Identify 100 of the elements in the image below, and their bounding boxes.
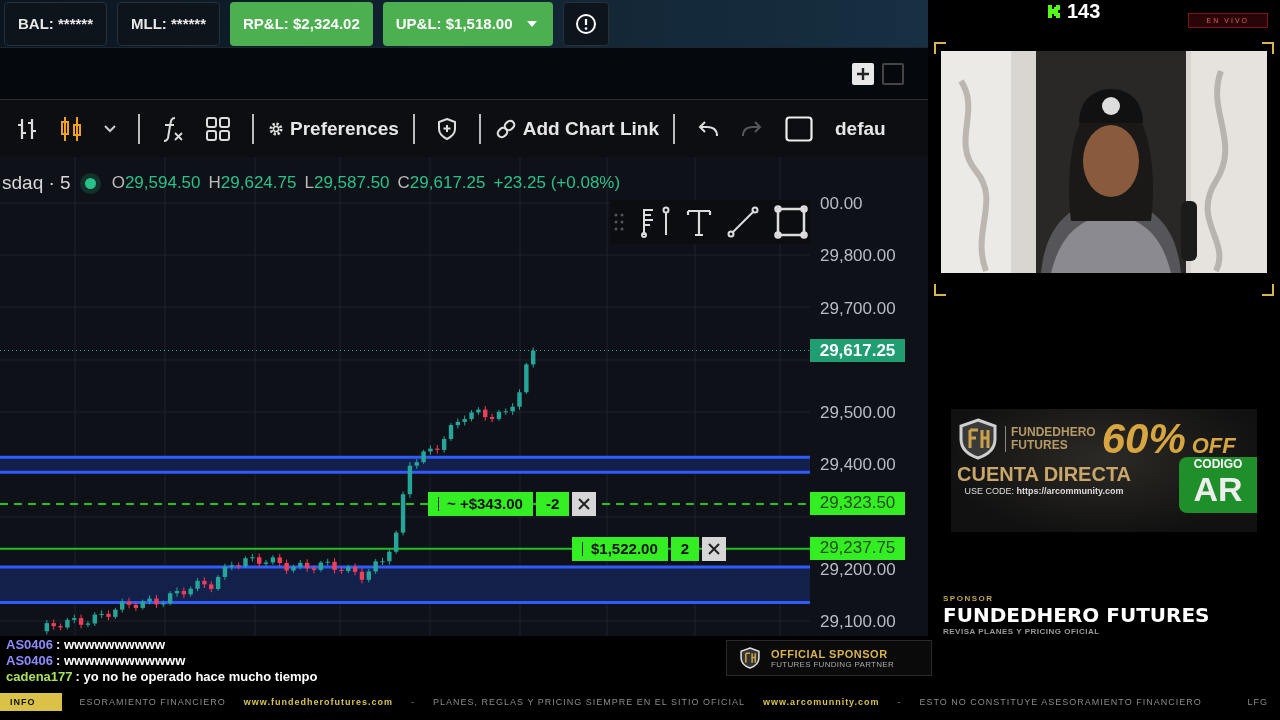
text-tool-icon[interactable] (686, 207, 712, 237)
candle (510, 402, 515, 416)
shield-icon[interactable] (436, 117, 457, 140)
ticker-text: ESORAMIENTO FINANCIERO (79, 697, 226, 707)
candle (236, 561, 241, 570)
chat-username: cadena177 (6, 668, 73, 684)
price-axis-label: 29,100.00 (820, 612, 896, 632)
candle (421, 449, 426, 465)
gear-icon[interactable] (268, 120, 284, 137)
candle (154, 594, 159, 609)
sponsor-eyebrow: SPONSOR (943, 594, 995, 603)
line-tool-icon[interactable] (726, 205, 760, 239)
close-order-button[interactable] (702, 536, 727, 561)
price-axis-label: 29,200.00 (820, 559, 896, 580)
sponsor-badge-subtitle: FUTURES FUNDING PARTNER (771, 659, 895, 669)
candle (387, 547, 392, 566)
order-price-tag: 29,323.50 (810, 491, 905, 515)
pnl-badge: RP&L: $2,324.02 (230, 1, 373, 46)
alert-button[interactable] (562, 1, 609, 46)
ohlc-value: C29,617.25 (397, 173, 486, 193)
ohlc-value: O29,594.50 (111, 173, 201, 193)
candles-icon[interactable] (60, 115, 82, 142)
square-icon[interactable] (784, 115, 813, 142)
rectangle-tool-icon[interactable] (774, 205, 808, 239)
ticker-link[interactable]: www.fundedherofutures.com (243, 697, 394, 707)
last-price-tag: 29,617.25 (810, 339, 905, 363)
discount-suffix: OFF (1191, 433, 1236, 459)
chat-message: : wwwwwwwwwwww (56, 652, 186, 668)
ticker-label: INFO (0, 693, 62, 711)
ad-code-line: USE CODE: https://arcommunity.com (964, 486, 1124, 497)
candle (58, 622, 63, 631)
close-icon[interactable] (577, 496, 592, 511)
alert-icon[interactable] (574, 12, 597, 35)
sponsor-name: FUNDEDHERO FUTURES (943, 603, 1210, 627)
candle (99, 609, 104, 619)
add-chart-link-button[interactable]: Add Chart Link (494, 117, 659, 140)
code-value: AR (1193, 471, 1243, 508)
candle (428, 445, 433, 456)
chat-message: : yo no he operado hace mucho tiempo (75, 668, 318, 684)
price-axis-label: 29,400.00 (820, 455, 896, 476)
shield-logo-icon (739, 647, 761, 669)
candle (113, 607, 118, 620)
bars-icon[interactable] (16, 116, 38, 141)
order-quantity[interactable]: 2 (670, 536, 700, 561)
code-label: CODIGO (1193, 457, 1243, 472)
candle (202, 576, 207, 589)
ticker-tag: LFG (1247, 697, 1268, 707)
discount-text: 60% (1101, 415, 1186, 464)
balance-badge: BAL: ****** (4, 1, 107, 46)
chat-username: AS0406 (6, 636, 53, 652)
candle (517, 388, 522, 411)
candle (284, 559, 289, 575)
brand-name: FUNDEDHERO (1011, 426, 1096, 440)
caret-icon[interactable] (104, 124, 116, 133)
close-order-button[interactable] (572, 491, 597, 516)
shield-logo-icon (957, 418, 999, 461)
candle (250, 553, 255, 563)
price-axis-label: 29,500.00 (820, 403, 896, 423)
undo-icon[interactable] (696, 119, 719, 138)
price-axis-label: 29,800.00 (820, 246, 896, 267)
order-quantity[interactable]: -2 (535, 491, 570, 516)
brand-name: FUTURES (1011, 439, 1069, 453)
candle (373, 558, 378, 575)
candle (469, 409, 474, 422)
candle (380, 557, 385, 566)
layout-icon[interactable] (206, 116, 230, 141)
candle (332, 557, 337, 575)
chat-username: AS0406 (6, 652, 53, 668)
order-pnl-label[interactable]: ~ +$343.00 (428, 491, 533, 516)
candle (106, 610, 111, 621)
price-axis-label: 00.00 (820, 194, 863, 214)
order-pnl-label[interactable]: $1,522.00 (572, 536, 668, 561)
ticker-separator: - (411, 697, 416, 707)
balance-badge: MLL: ****** (117, 1, 221, 46)
viewer-count: 143 (1048, 0, 1101, 23)
candle (339, 566, 344, 575)
close-icon[interactable] (707, 541, 722, 556)
candle (65, 617, 70, 630)
chat-message: : wwwwwwwwww (56, 636, 166, 652)
ticker-link[interactable]: www.arcomunnity.com (762, 697, 880, 707)
ticker-text: ESTO NO CONSTITUYE ASESORAMIENTO FINANCIERO (919, 697, 1202, 707)
function-icon[interactable] (162, 115, 184, 142)
preferences-button[interactable]: Preferences (268, 117, 399, 140)
ticker-text: PLANES, REGLAS Y PRICING SIEMPRE EN EL SITIO OFICIAL (433, 697, 745, 707)
order-price-tag: 29,237.75 (810, 536, 905, 560)
ad-headline: CUENTA DIRECTA (957, 463, 1132, 487)
candle (531, 346, 536, 369)
candle (147, 594, 152, 606)
link-icon[interactable] (494, 117, 517, 140)
price-axis-label: 29,700.00 (820, 298, 896, 319)
candle (524, 362, 529, 395)
flag-icon[interactable] (638, 205, 672, 239)
candle (195, 577, 200, 592)
price-change: +23.25 (+0.08%) (493, 173, 621, 193)
ohlc-value: L29,587.50 (304, 173, 390, 193)
ohlc-value: H29,624.75 (208, 173, 297, 193)
sponsor-tagline: REVISA PLANES Y PRICING OFICIAL (943, 627, 1101, 636)
layout-name[interactable]: defau (834, 117, 886, 140)
grip-icon[interactable] (614, 211, 624, 233)
candle (291, 564, 296, 574)
